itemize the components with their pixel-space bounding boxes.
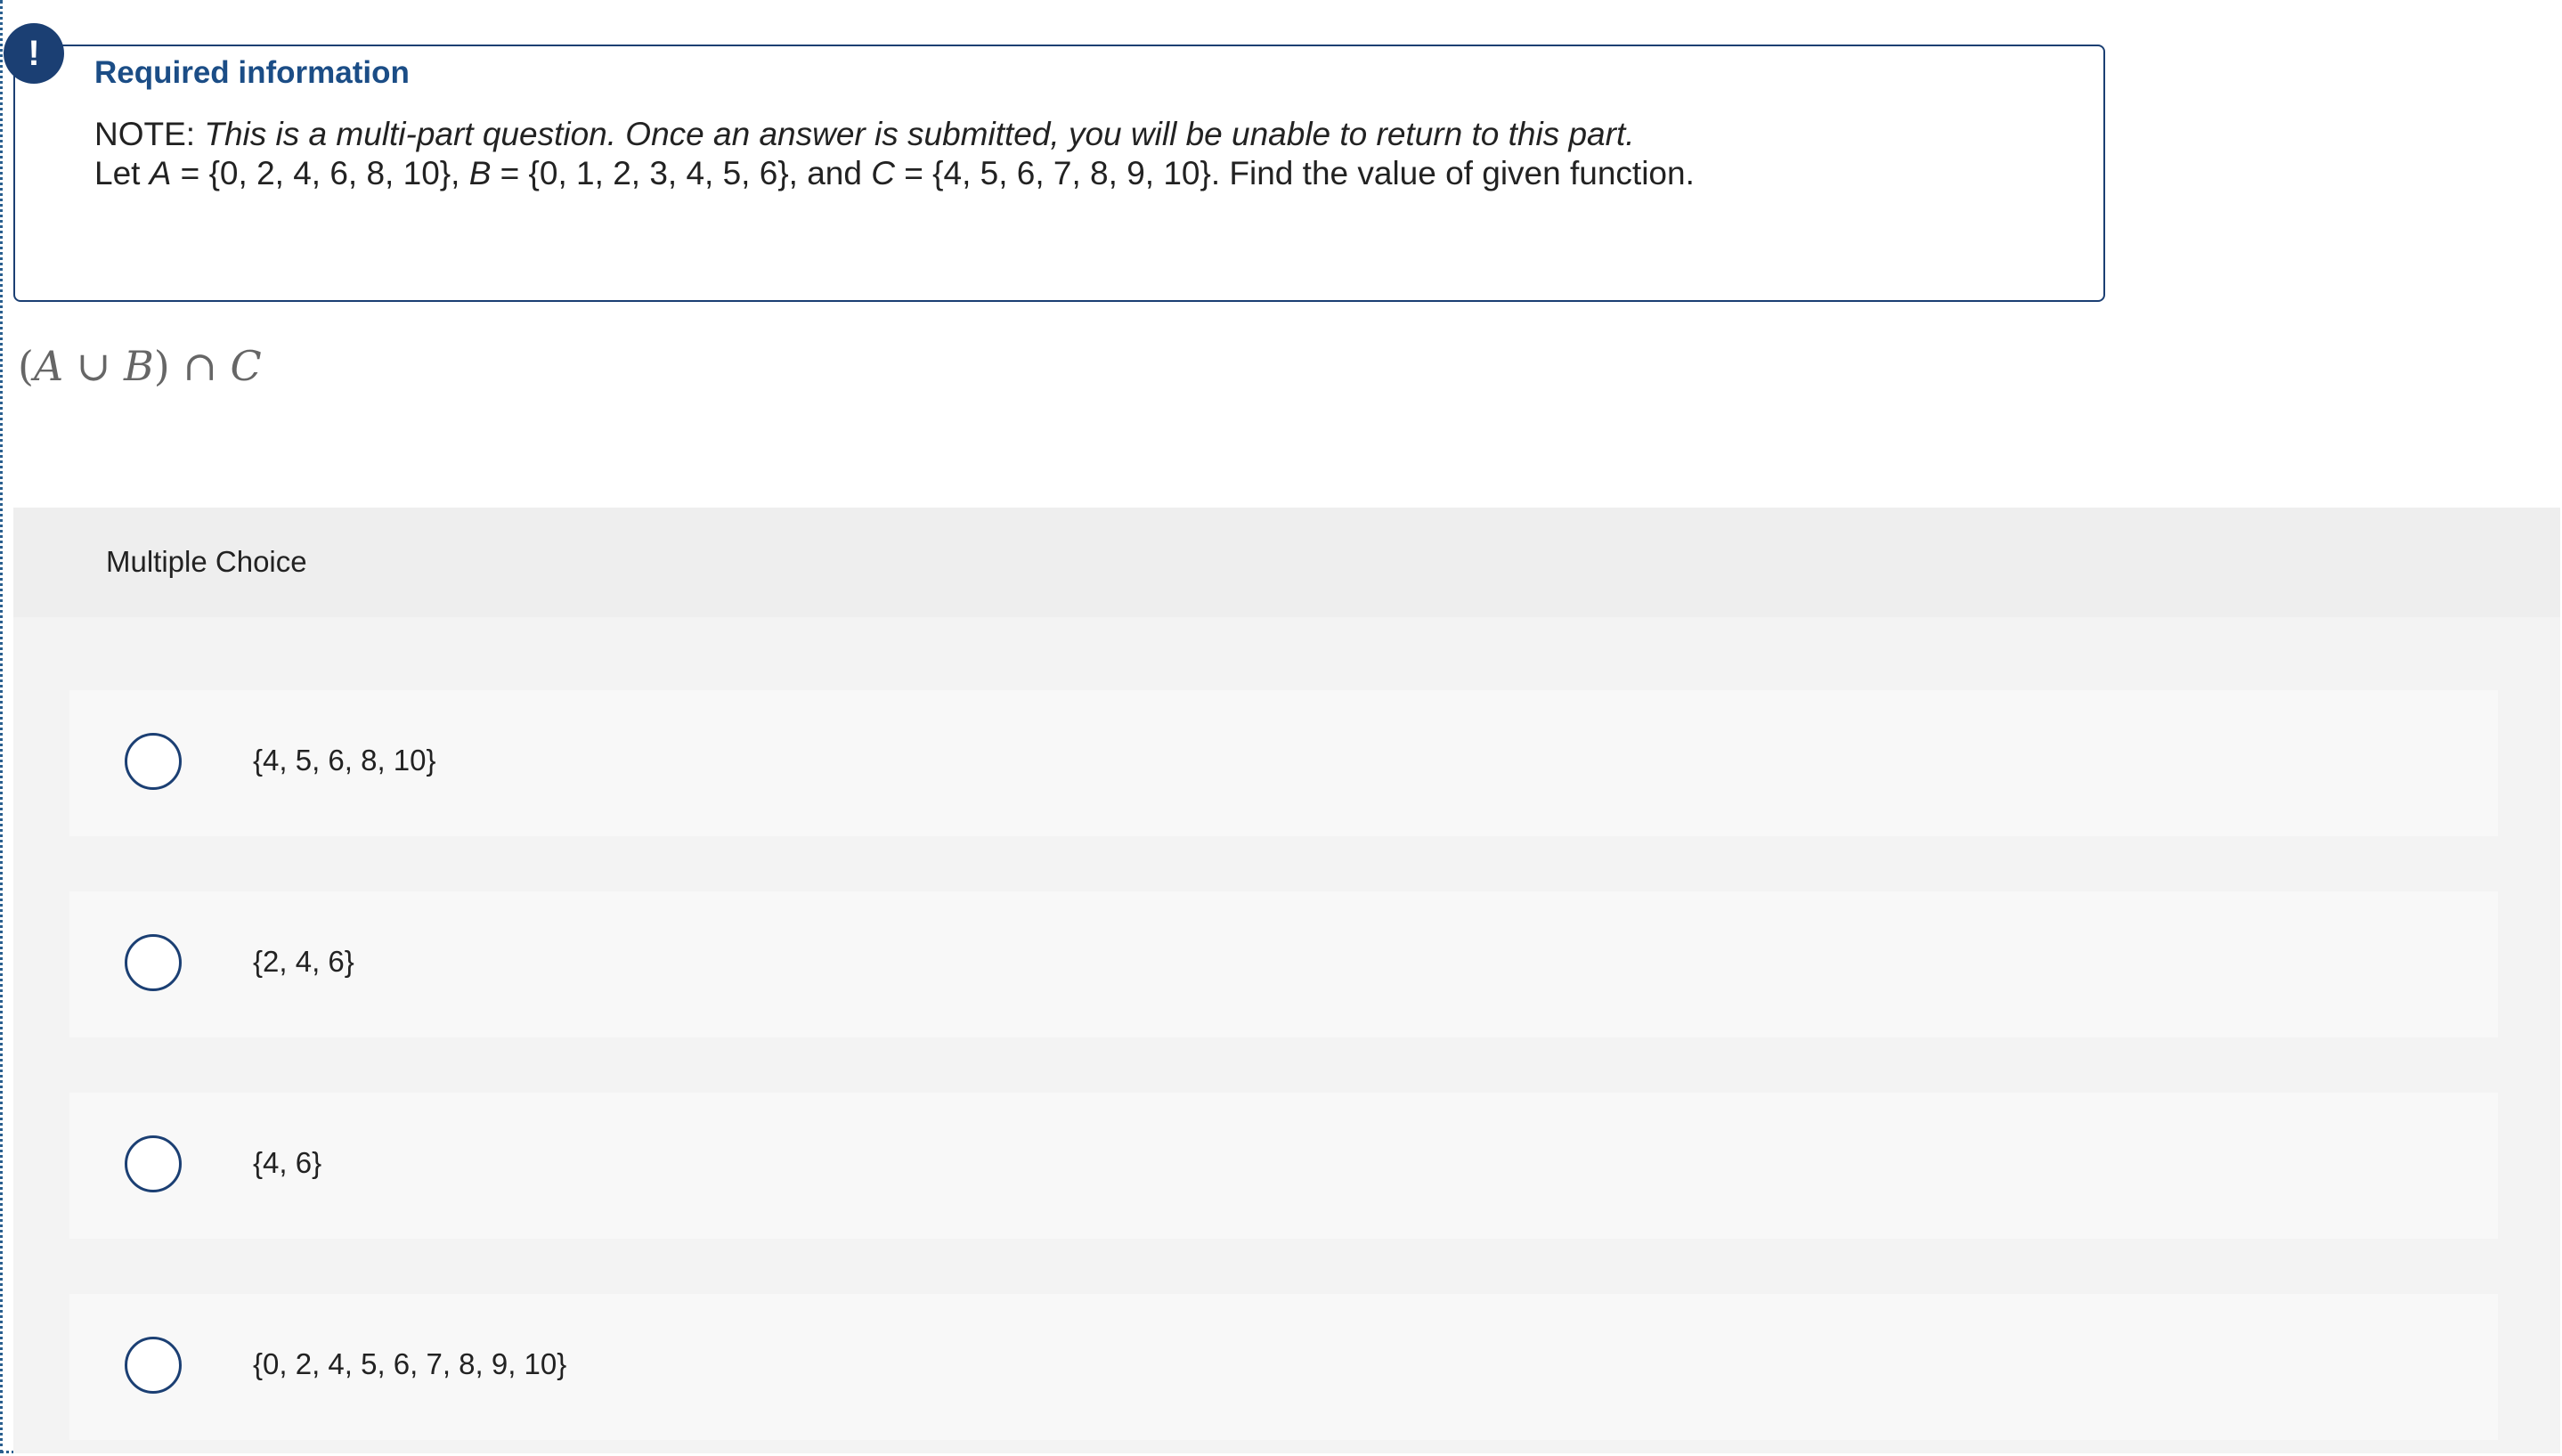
expr-close-intersect: ) ∩ bbox=[153, 342, 231, 390]
expr-c: C bbox=[230, 342, 262, 390]
multiple-choice-panel: Multiple Choice {4, 5, 6, 8, 10} {2, 4, … bbox=[13, 508, 2560, 1453]
radio-button[interactable] bbox=[125, 733, 182, 790]
note-text: NOTE: This is a multi-part question. Onc… bbox=[94, 116, 1635, 153]
multiple-choice-header: Multiple Choice bbox=[13, 508, 2560, 617]
expr-b: B bbox=[123, 342, 154, 390]
variable-b: B bbox=[468, 155, 492, 191]
required-information-title: Required information bbox=[94, 55, 410, 90]
note-italic-text: This is a multi-part question. Once an a… bbox=[204, 116, 1635, 152]
expr-a: A bbox=[33, 342, 64, 390]
variable-a: A bbox=[149, 155, 172, 191]
set-c: = {4, 5, 6, 7, 8, 9, 10}. Find the value… bbox=[894, 155, 1695, 191]
radio-button[interactable] bbox=[125, 1135, 182, 1192]
problem-statement: Let A = {0, 2, 4, 6, 8, 10}, B = {0, 1, … bbox=[94, 155, 1695, 192]
choice-label: {2, 4, 6} bbox=[253, 945, 354, 978]
radio-button[interactable] bbox=[125, 1337, 182, 1394]
set-a: = {0, 2, 4, 6, 8, 10}, bbox=[171, 155, 469, 191]
set-expression: (A ∪ B) ∩ C bbox=[18, 342, 262, 390]
choice-option[interactable]: {4, 5, 6, 8, 10} bbox=[69, 690, 2498, 836]
choice-label: {0, 2, 4, 5, 6, 7, 8, 9, 10} bbox=[253, 1347, 567, 1380]
choice-option[interactable]: {0, 2, 4, 5, 6, 7, 8, 9, 10} bbox=[69, 1294, 2498, 1440]
note-prefix: NOTE: bbox=[94, 116, 205, 152]
choice-label: {4, 5, 6, 8, 10} bbox=[253, 744, 436, 777]
expr-union: ∪ bbox=[63, 342, 124, 390]
choice-label: {4, 6} bbox=[253, 1146, 322, 1179]
variable-c: C bbox=[871, 155, 895, 191]
expr-open: ( bbox=[18, 342, 34, 390]
exclamation-icon: ! bbox=[4, 23, 64, 84]
choice-option[interactable]: {2, 4, 6} bbox=[69, 891, 2498, 1037]
choice-option[interactable]: {4, 6} bbox=[69, 1093, 2498, 1239]
set-b: = {0, 1, 2, 3, 4, 5, 6}, and bbox=[491, 155, 872, 191]
multiple-choice-title: Multiple Choice bbox=[106, 545, 307, 578]
let-word: Let bbox=[94, 155, 150, 191]
radio-button[interactable] bbox=[125, 934, 182, 991]
